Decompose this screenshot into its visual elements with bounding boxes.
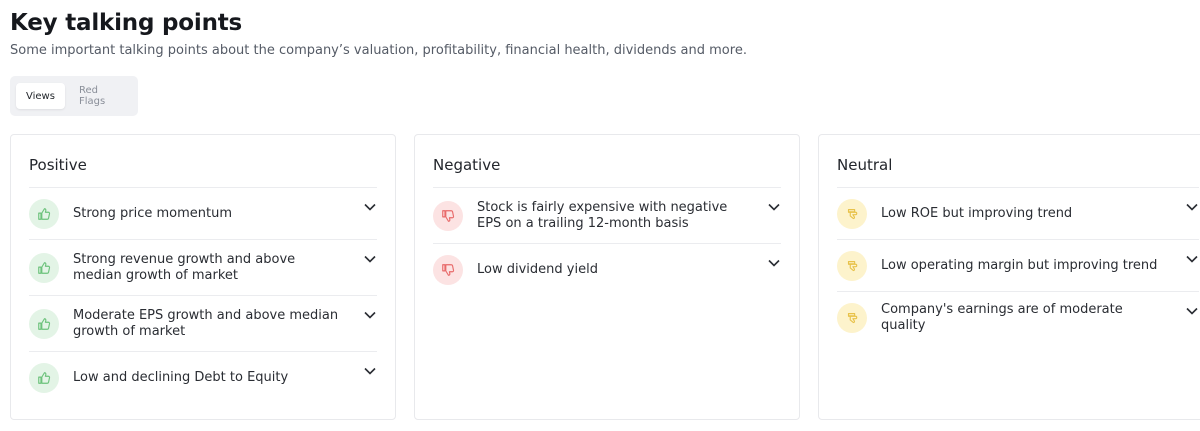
item-text: Low operating margin but improving trend (881, 257, 1158, 273)
chevron-down-icon[interactable] (363, 308, 377, 322)
thumbs-up-icon (29, 252, 59, 283)
item-text: Moderate EPS growth and above median gro… (73, 307, 339, 339)
thumbs-down-icon (433, 200, 463, 231)
thumb-sideways-icon (837, 198, 867, 229)
negative-card: Negative Stock is fairly expensive with … (414, 134, 800, 420)
item-text: Low and declining Debt to Equity (73, 369, 289, 385)
list-item[interactable]: Low ROE but improving trend (837, 187, 1199, 239)
item-text: Stock is fairly expensive with negative … (477, 199, 728, 231)
chevron-down-icon[interactable] (1185, 200, 1199, 214)
header: Key talking points Some important talkin… (10, 8, 747, 60)
item-text: Low dividend yield (477, 261, 598, 277)
list-item[interactable]: Company's earnings are of moderate quali… (837, 291, 1199, 343)
thumbs-up-icon (29, 308, 59, 339)
list-item[interactable]: Low operating margin but improving trend (837, 239, 1199, 291)
card-title-neutral: Neutral (837, 156, 893, 174)
card-title-positive: Positive (29, 156, 87, 174)
thumbs-up-icon (29, 198, 59, 229)
item-text: Strong price momentum (73, 205, 232, 221)
chevron-down-icon[interactable] (363, 200, 377, 214)
item-text: Strong revenue growth and above median g… (73, 251, 296, 283)
list-item[interactable]: Moderate EPS growth and above median gro… (29, 295, 377, 351)
thumb-sideways-icon (837, 302, 867, 333)
page-subtitle: Some important talking points about the … (10, 43, 747, 58)
list-item[interactable]: Low dividend yield (433, 243, 781, 295)
chevron-down-icon[interactable] (1185, 252, 1199, 266)
positive-card: Positive Strong price momentum Strong re… (10, 134, 396, 420)
chevron-down-icon[interactable] (767, 200, 781, 214)
list-item[interactable]: Stock is fairly expensive with negative … (433, 187, 781, 243)
thumb-sideways-icon (837, 250, 867, 281)
thumbs-down-icon (433, 254, 463, 285)
chevron-down-icon[interactable] (363, 252, 377, 266)
item-text: Low ROE but improving trend (881, 205, 1073, 221)
page-title: Key talking points (10, 10, 243, 36)
chevron-down-icon[interactable] (767, 256, 781, 270)
list-item[interactable]: Strong price momentum (29, 187, 377, 239)
neutral-card: Neutral Low ROE but improving trend Low … (818, 134, 1200, 420)
view-tabs: Views Red Flags (10, 76, 138, 116)
chevron-down-icon[interactable] (363, 364, 377, 378)
list-item[interactable]: Strong revenue growth and above median g… (29, 239, 377, 295)
list-item[interactable]: Low and declining Debt to Equity (29, 351, 377, 403)
card-title-negative: Negative (433, 156, 501, 174)
item-text: Company's earnings are of moderate quali… (881, 301, 1123, 333)
chevron-down-icon[interactable] (1185, 304, 1199, 318)
tab-red-flags[interactable]: Red Flags (69, 83, 132, 109)
thumbs-up-icon (29, 362, 59, 393)
tab-views[interactable]: Views (16, 83, 65, 109)
